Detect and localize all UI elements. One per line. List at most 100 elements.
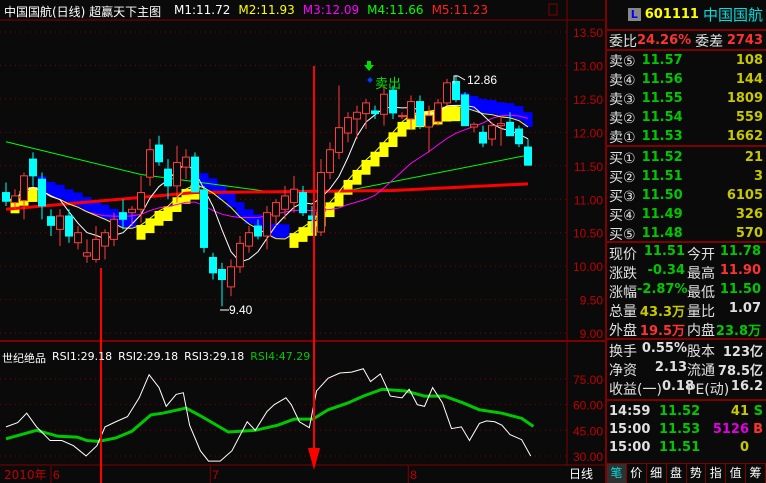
tab-2[interactable]: 细 (647, 464, 667, 483)
bid-row[interactable]: 买① 11.52 21 (609, 148, 763, 167)
price-tick-label: 13.00 (573, 59, 603, 73)
candle-up (128, 208, 136, 214)
candle-down (191, 156, 199, 193)
bid-label: 买③ (609, 188, 636, 205)
fundamental-value: 123亿 (722, 344, 763, 360)
ma4-value: M4:11.66 (367, 3, 424, 17)
fundamental-row[interactable]: 净资 2.13 流通 78.5亿 (609, 360, 763, 379)
candle-down (515, 128, 523, 145)
candle-down (452, 81, 460, 101)
stat-value: 11.90 (719, 262, 761, 278)
candle-up (470, 123, 478, 128)
ask-row[interactable]: 卖④ 11.56 144 (609, 70, 763, 89)
bid-row[interactable]: 买② 11.51 3 (609, 167, 763, 186)
trade-row[interactable]: 15:00 11.53 5126 B (609, 420, 763, 439)
candle-down (200, 189, 208, 248)
trade-row[interactable]: 14:59 11.52 41 S (609, 402, 763, 421)
ask-price: 11.53 (641, 129, 683, 144)
price-tick-label: 11.50 (574, 160, 603, 174)
low-price-label: 9.40 (229, 303, 253, 317)
tab-6[interactable]: 值 (726, 464, 747, 483)
trade-price: 11.52 (659, 404, 701, 419)
candle-up (344, 117, 352, 134)
candle-up (353, 111, 361, 120)
falling-band-block (487, 99, 497, 115)
ask-label: 卖④ (609, 72, 636, 89)
tab-4[interactable]: 势 (687, 464, 707, 483)
ask-row[interactable]: 卖② 11.54 559 (609, 108, 763, 127)
rising-band-block (442, 106, 452, 122)
candle-up (110, 218, 118, 240)
rising-band-block (28, 187, 38, 202)
candle-up (74, 232, 82, 244)
bid-label: 买④ (609, 207, 636, 224)
stock-name: 中国国航 (702, 6, 763, 24)
falling-band-block (100, 204, 110, 220)
tab-3[interactable]: 盘 (667, 464, 687, 483)
stat-cell: 总量 43.3万 (609, 301, 687, 321)
fundamental-value: 16.2 (730, 378, 763, 394)
bid-volume: 21 (744, 150, 763, 165)
stat-row[interactable]: 涨幅 -2.87% 最低 11.50 (609, 282, 763, 301)
ask-price: 11.56 (641, 72, 683, 87)
falling-band-block (514, 105, 524, 121)
stat-label: 涨跌 (609, 265, 637, 282)
rising-band-block (352, 169, 362, 185)
falling-band-block (73, 192, 83, 208)
candle-up (236, 242, 244, 268)
trade-time: 14:59 (609, 404, 651, 419)
candle-up (245, 232, 253, 247)
ask-row[interactable]: 卖① 11.53 1662 (609, 127, 763, 146)
ask-volume: 1662 (726, 129, 763, 144)
stat-cell: 最高 11.90 (687, 263, 763, 283)
trade-time: 15:00 (609, 440, 651, 455)
trade-row[interactable]: 15:00 11.51 0 (609, 438, 763, 457)
candle-down (389, 89, 397, 114)
candle-up (488, 125, 496, 140)
weicha-value: 2743 (726, 33, 763, 48)
ask-volume: 1809 (726, 91, 763, 106)
stat-value: 19.5万 (639, 323, 685, 339)
falling-band-block (469, 95, 479, 111)
ask-row[interactable]: 卖⑤ 11.57 108 (609, 51, 763, 70)
stat-row[interactable]: 总量 43.3万 量比 1.07 (609, 301, 763, 320)
candle-up (497, 123, 505, 127)
rising-band-block (388, 132, 398, 148)
stat-row[interactable]: 现价 11.51 今开 11.78 (609, 244, 763, 263)
tab-7[interactable]: 筹 (746, 464, 766, 483)
tab-1[interactable]: 价 (627, 464, 647, 483)
stat-label: 内盘 (687, 322, 715, 339)
tab-0[interactable]: 笔 (607, 464, 627, 483)
ask-row[interactable]: 卖③ 11.55 1809 (609, 89, 763, 108)
fundamental-value: 0.55% (641, 340, 687, 356)
trade-volume: 5126 (712, 422, 749, 437)
candle-up (173, 161, 181, 187)
rising-band-block (451, 106, 461, 122)
price-tick-label: 10.50 (573, 227, 603, 241)
stat-row[interactable]: 涨跌 -0.34 最高 11.90 (609, 263, 763, 282)
stat-row[interactable]: 外盘 19.5万 内盘 23.8万 (609, 320, 763, 339)
bid-price: 11.52 (641, 150, 683, 165)
candle-down (209, 256, 217, 274)
month-label: 6 (53, 468, 60, 482)
candle-up (380, 93, 388, 115)
candle-up (434, 102, 442, 123)
fundamental-row[interactable]: 收益(一) 0.18 PE(动) 16.2 (609, 379, 763, 398)
candle-up (101, 232, 109, 247)
level-badge: L (627, 8, 641, 21)
bid-row[interactable]: 买④ 11.49 326 (609, 205, 763, 224)
candle-down (371, 110, 379, 115)
stat-cell: 量比 1.07 (687, 301, 763, 321)
ask-price: 11.54 (641, 110, 683, 125)
fundamental-row[interactable]: 换手 0.55% 股本 123亿 (609, 341, 763, 360)
tab-5[interactable]: 指 (706, 464, 727, 483)
rising-band-block (163, 206, 173, 221)
fundamental-cell: 股本 123亿 (687, 341, 763, 361)
rsi-tick-label: 60.00 (573, 399, 603, 413)
month-label: 7 (212, 468, 219, 482)
kline-chart[interactable]: 13.50 13.00 12.50 12.00 11.50 11.00 10.50 10.00… (0, 0, 605, 483)
rising-band-block (136, 225, 146, 240)
period-label[interactable]: 日线 (569, 465, 593, 482)
falling-band-block (55, 184, 65, 200)
bid-row[interactable]: 买③ 11.50 6105 (609, 186, 763, 205)
